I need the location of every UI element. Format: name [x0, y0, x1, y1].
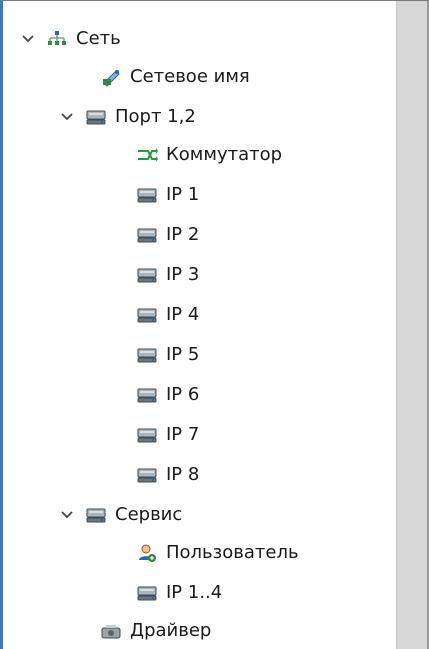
- server-icon: [136, 582, 158, 604]
- tree-node-label: Сеть: [76, 28, 121, 49]
- tree-node-port[interactable]: Порт 1,2: [57, 99, 196, 135]
- network-name-icon: [100, 66, 122, 88]
- window-accent-bar: [0, 1, 3, 649]
- tree-node-label: IP 2: [166, 224, 200, 245]
- server-icon: [136, 184, 158, 206]
- switch-icon: [136, 144, 158, 166]
- tree-node-network[interactable]: Сеть: [18, 21, 121, 57]
- tree-node-label: Драйвер: [130, 620, 212, 641]
- tree-node-label: IP 4: [166, 304, 200, 325]
- tree-node-ip-7[interactable]: IP 7: [136, 417, 199, 453]
- tree-node-ip-5[interactable]: IP 5: [136, 337, 199, 373]
- tree-view[interactable]: Сеть Сетевое имя Порт 1,2 Коммутатор IP …: [10, 3, 396, 649]
- server-icon: [136, 464, 158, 486]
- chevron-down-icon[interactable]: [57, 107, 77, 127]
- tree-node-label: IP 5: [166, 344, 200, 365]
- tree-node-label: IP 3: [166, 264, 200, 285]
- tree-window: Сеть Сетевое имя Порт 1,2 Коммутатор IP …: [0, 0, 429, 649]
- tree-node-service[interactable]: Сервис: [57, 497, 182, 533]
- server-icon: [136, 344, 158, 366]
- tree-node-ip-2[interactable]: IP 2: [136, 217, 199, 253]
- network-icon: [46, 28, 68, 50]
- user-icon: [136, 542, 158, 564]
- tree-node-ip-6[interactable]: IP 6: [136, 377, 199, 413]
- chevron-down-icon[interactable]: [57, 505, 77, 525]
- tree-node-switch[interactable]: Коммутатор: [136, 137, 282, 173]
- tree-node-ip-8[interactable]: IP 8: [136, 457, 199, 493]
- tree-node-ip-3[interactable]: IP 3: [136, 257, 199, 293]
- tree-node-label: Коммутатор: [166, 144, 283, 165]
- tree-node-driver[interactable]: Драйвер: [100, 613, 211, 649]
- driver-icon: [100, 620, 122, 642]
- chevron-down-icon[interactable]: [18, 29, 38, 49]
- server-icon: [136, 424, 158, 446]
- tree-node-label: IP 1: [166, 184, 200, 205]
- tree-node-label: Пользователь: [166, 542, 299, 563]
- server-icon: [136, 384, 158, 406]
- tree-node-ip-range[interactable]: IP 1..4: [136, 575, 222, 611]
- server-icon: [85, 106, 107, 128]
- tree-node-label: IP 1..4: [166, 582, 223, 603]
- tree-node-ip-4[interactable]: IP 4: [136, 297, 199, 333]
- server-icon: [136, 224, 158, 246]
- tree-node-user[interactable]: Пользователь: [136, 535, 299, 571]
- vertical-scrollbar[interactable]: [396, 1, 429, 649]
- tree-node-label: IP 6: [166, 384, 200, 405]
- server-icon: [136, 264, 158, 286]
- tree-node-label: Порт 1,2: [115, 106, 196, 127]
- tree-node-label: Сетевое имя: [130, 66, 250, 87]
- tree-node-network-name[interactable]: Сетевое имя: [100, 59, 250, 95]
- tree-node-ip-1[interactable]: IP 1: [136, 177, 199, 213]
- server-icon: [85, 504, 107, 526]
- server-icon: [136, 304, 158, 326]
- tree-node-label: Сервис: [115, 504, 183, 525]
- tree-node-label: IP 7: [166, 424, 200, 445]
- tree-node-label: IP 8: [166, 464, 200, 485]
